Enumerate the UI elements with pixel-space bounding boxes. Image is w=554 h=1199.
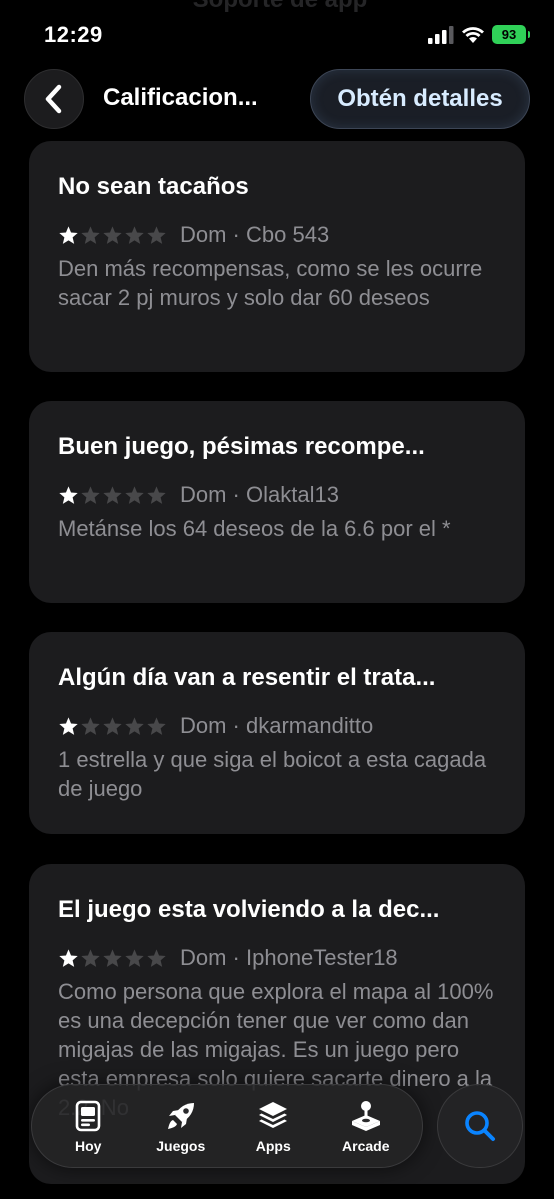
star-empty-icon bbox=[103, 716, 122, 735]
star-empty-icon bbox=[103, 948, 122, 967]
star-empty-icon bbox=[147, 948, 166, 967]
star-rating bbox=[58, 716, 167, 737]
review-title: Buen juego, pésimas recompe... bbox=[58, 433, 425, 460]
star-filled-icon bbox=[59, 485, 78, 504]
star-empty-icon bbox=[81, 948, 100, 967]
review-meta: Dom · IphoneTester18 bbox=[58, 943, 496, 973]
rocket-icon bbox=[167, 1102, 194, 1129]
star-empty-icon bbox=[81, 716, 100, 735]
review-card[interactable]: Buen juego, pésimas recompe... Dom · Ola… bbox=[29, 401, 525, 603]
star-empty-icon bbox=[147, 485, 166, 504]
tab-juegos[interactable]: Juegos bbox=[136, 1099, 226, 1154]
review-title: El juego esta volviendo a la dec... bbox=[58, 896, 440, 923]
cellular-signal-icon bbox=[428, 26, 454, 44]
star-rating bbox=[58, 948, 167, 969]
search-icon bbox=[465, 1111, 495, 1141]
star-empty-icon bbox=[81, 225, 100, 244]
review-title: No sean tacaños bbox=[58, 173, 249, 200]
star-filled-icon bbox=[59, 716, 78, 735]
status-time: 12:29 bbox=[44, 22, 103, 47]
review-card[interactable]: Algún día van a resentir el trata... Dom… bbox=[29, 632, 525, 834]
tab-label: Apps bbox=[255, 1137, 291, 1154]
faded-header-text: Soporte de app bbox=[150, 0, 410, 14]
review-meta: Dom · Cbo 543 bbox=[58, 220, 496, 250]
review-date-author: Dom · dkarmanditto bbox=[180, 713, 374, 738]
star-empty-icon bbox=[125, 225, 144, 244]
star-filled-icon bbox=[59, 225, 78, 244]
layers-icon bbox=[259, 1101, 288, 1128]
joystick-icon bbox=[351, 1100, 380, 1131]
back-button[interactable] bbox=[24, 69, 84, 129]
chevron-left-icon bbox=[45, 84, 62, 114]
star-empty-icon bbox=[125, 485, 144, 504]
battery-indicator: 93 bbox=[492, 25, 530, 44]
star-rating bbox=[58, 225, 167, 246]
star-empty-icon bbox=[103, 485, 122, 504]
tab-bar: Hoy Juegos Apps Arcade bbox=[31, 1084, 423, 1168]
wifi-icon bbox=[462, 27, 484, 43]
today-icon bbox=[75, 1100, 101, 1131]
tab-label: Hoy bbox=[75, 1137, 102, 1154]
app-store-ratings-screen: Soporte de app 12:29 93 Calificacion... … bbox=[0, 0, 554, 1199]
search-tab-button[interactable] bbox=[437, 1084, 523, 1168]
review-card[interactable]: No sean tacaños Dom · Cbo 543 Den más re… bbox=[29, 141, 525, 372]
star-empty-icon bbox=[147, 225, 166, 244]
review-date-author: Dom · Cbo 543 bbox=[180, 222, 330, 247]
get-details-button[interactable]: Obtén detalles bbox=[310, 69, 530, 129]
review-body: Metánse los 64 deseos de la 6.6 por el * bbox=[58, 516, 451, 541]
tab-apps[interactable]: Apps bbox=[228, 1099, 318, 1154]
review-body: 1 estrella y que siga el boicot a esta c… bbox=[58, 747, 487, 801]
review-body: Den más recompensas, como se les ocurre … bbox=[58, 256, 483, 310]
review-date-author: Dom · IphoneTester18 bbox=[180, 945, 398, 970]
star-empty-icon bbox=[125, 948, 144, 967]
star-empty-icon bbox=[81, 485, 100, 504]
review-meta: Dom · dkarmanditto bbox=[58, 711, 496, 741]
star-filled-icon bbox=[59, 948, 78, 967]
tab-label: Arcade bbox=[342, 1137, 390, 1154]
tab-label: Juegos bbox=[156, 1137, 206, 1154]
tab-hoy[interactable]: Hoy bbox=[43, 1099, 133, 1154]
status-bar: Soporte de app 12:29 93 bbox=[0, 0, 554, 64]
review-date-author: Dom · Olaktal13 bbox=[180, 482, 339, 507]
review-meta: Dom · Olaktal13 bbox=[58, 480, 496, 510]
review-title: Algún día van a resentir el trata... bbox=[58, 664, 436, 691]
star-rating bbox=[58, 485, 167, 506]
star-empty-icon bbox=[125, 716, 144, 735]
page-title: Calificacion... bbox=[103, 84, 258, 111]
star-empty-icon bbox=[103, 225, 122, 244]
star-empty-icon bbox=[147, 716, 166, 735]
tab-arcade[interactable]: Arcade bbox=[321, 1099, 411, 1154]
